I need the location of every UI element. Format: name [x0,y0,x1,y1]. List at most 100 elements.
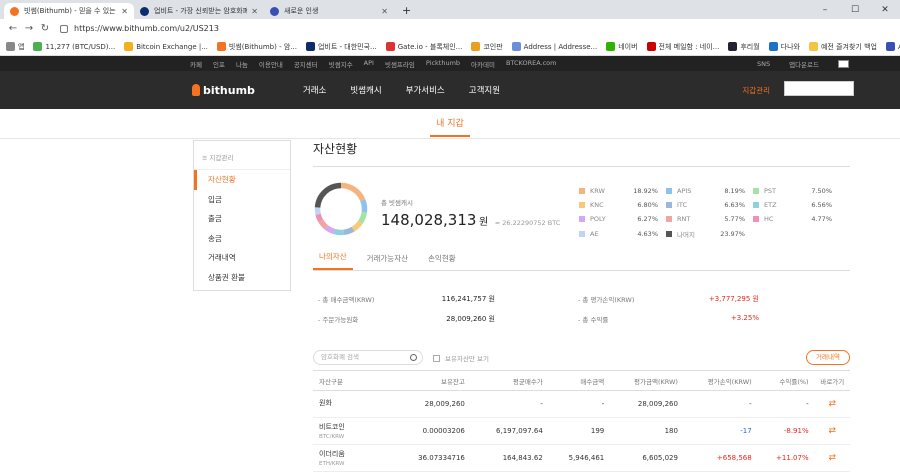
bookmark-icon [646,42,656,51]
legend-item: AE 4.63% [579,229,666,239]
legend-item: APIS 8.19% [666,187,753,195]
top-link[interactable]: 카페 [190,59,202,69]
back-icon[interactable]: ← [6,23,20,34]
donut-slice-나머지 [314,182,342,208]
table-filters: 암호화폐 검색 보유자산만 보기 거래내역 [313,350,850,366]
browser-tab[interactable]: 새로운 인생 ✕ [264,3,394,19]
top-link[interactable]: 인포 [213,59,225,69]
bookmark-item[interactable]: Assa [885,42,900,51]
app-download-link[interactable]: 앱다운로드 [789,59,819,69]
sidebar-item-history[interactable]: 거래내역 [194,248,290,268]
table-row[interactable]: 원화 28,009,260- -28,009,260- - ⇄ [313,390,850,418]
legend-item: RNT 5.77% [666,215,753,223]
bookmark-item[interactable]: 코인판 [471,42,503,52]
sidebar-item-assets[interactable]: 자산현황 [194,170,290,190]
top-link[interactable]: API [364,59,374,69]
sidebar-item-voucher-refund[interactable]: 상품권 환불 [194,268,290,288]
sidebar-item-transfer[interactable]: 송금 [194,229,290,249]
minimize-icon[interactable]: – [810,0,840,19]
holdings-only-checkbox[interactable]: 보유자산만 보기 [433,353,489,363]
legend-swatch [579,188,585,194]
col-rate: 수익률(%) [757,370,815,391]
top-link[interactable]: 빗썸프라임 [385,59,415,69]
table-row[interactable]: 이더리움 ETH/KRW 36.07334716 164,843.62 5,946,46… [313,444,850,472]
swap-icon[interactable]: ⇄ [814,444,850,472]
swap-icon[interactable]: ⇄ [814,417,850,445]
bookmark-icon [606,42,616,51]
bookmark-item[interactable]: 앱 [6,42,24,52]
sidebar-item-deposit[interactable]: 입금 [194,190,290,210]
top-link[interactable]: Pickthumb [426,59,460,69]
menu-extra-services[interactable]: 부가서비스 [406,84,445,96]
new-tab-button[interactable]: + [394,3,419,19]
menu-bithumb-cash[interactable]: 빗썸캐시 [350,84,381,96]
swap-icon[interactable]: ⇄ [814,390,850,418]
bithumb-logo[interactable]: bithumb [192,84,255,97]
cell-rate: - [757,390,815,418]
bookmark-item[interactable]: 다나와 [768,42,800,52]
bookmark-item[interactable]: 11,277 (BTC/USD)... [33,42,115,51]
language-flag-icon[interactable] [838,59,849,68]
legend-swatch [753,188,759,194]
bookmark-icon [808,42,818,51]
legend-swatch [579,202,585,208]
cell-pnl: -17 [683,417,758,445]
cell-eval-amount: 28,009,260 [610,390,684,418]
cell-asset[interactable]: 비트코인 BTC/KRW [313,417,393,445]
top-link[interactable]: 나눔 [236,59,248,69]
coin-search-input[interactable]: 암호화폐 검색 [313,350,423,365]
top-link[interactable]: 빗썸지수 [329,59,353,69]
bookmark-item[interactable]: Bitcoin Exchange |... [124,42,208,51]
legend-item: KNC 6.80% [579,201,666,209]
tab-my-assets[interactable]: 나의자산 [313,251,353,270]
reload-icon[interactable]: ↻ [38,23,52,34]
site-search-input[interactable] [784,81,854,96]
cell-asset[interactable]: 이더리움 ETH/KRW [313,444,393,472]
url-field[interactable]: https://www.bithumb.com/u2/US213 [60,24,219,33]
cell-pnl: +658,568 [683,444,758,472]
top-link[interactable]: 이용안내 [259,59,283,69]
bookmark-item[interactable]: 전체 메일함 : 네이... [646,42,719,52]
asset-summary: - 총 매수금액(KRW) 116,241,757 원 - 총 평가손익(KRW)… [313,294,850,324]
bookmark-item[interactable]: 네이버 [606,42,638,52]
tab-close-icon[interactable]: ✕ [251,7,258,16]
donut-slice-POLY [324,225,336,235]
tab-close-icon[interactable]: ✕ [381,7,388,16]
tab-close-icon[interactable]: ✕ [121,7,128,16]
legend-item: HC 4.77% [753,215,840,223]
menu-support[interactable]: 고객지원 [469,84,500,96]
my-wallet-tab[interactable]: 내 지갑 [430,110,470,137]
forward-icon[interactable]: → [22,23,36,34]
asset-table: 자산구분 보유잔고 평균매수가 매수금액 평가금액(KRW) 평가손익(KRW)… [313,370,850,472]
cell-asset[interactable]: 원화 [313,390,393,418]
bookmark-item[interactable]: 빗썸(Bithumb) - 암... [216,42,297,52]
table-row[interactable]: 비트코인 BTC/KRW 0.00003206 6,197,097.64 199 180-… [313,417,850,445]
maximize-icon[interactable]: ☐ [840,0,870,19]
bookmark-item[interactable]: Gate.io - 블록체인... [385,42,462,52]
menu-exchange[interactable]: 거래소 [303,84,326,96]
browser-tab[interactable]: 업비트 - 가장 신뢰받는 암호화폐 ✕ [134,3,264,19]
col-balance: 보유잔고 [393,370,471,391]
top-link[interactable]: BTCKOREA.com [506,59,557,69]
history-button[interactable]: 거래내역 [806,350,850,365]
legend-swatch [579,216,585,222]
bookmark-item[interactable]: Address | Addresse... [511,42,597,51]
bookmark-item[interactable]: 업비트 - 대한민국... [305,42,377,52]
browser-tab[interactable]: 빗썸(Bithumb) - 믿을 수 있는 암 ✕ [4,3,134,19]
bookmark-item[interactable]: 예전 즐겨찾기 백업 [808,42,877,52]
tab-profit-loss[interactable]: 손익현황 [422,253,462,270]
search-icon [410,354,417,361]
legend-swatch [753,202,759,208]
tab-tradable-assets[interactable]: 거래가능자산 [361,253,414,270]
bookmark-item[interactable]: 후리월 [728,42,760,52]
col-avg-price: 평균매수가 [470,370,549,391]
wallet-menu[interactable]: 지갑관리 [742,85,770,96]
cell-balance: 36.07334716 [393,444,471,472]
sidebar-item-withdraw[interactable]: 출금 [194,209,290,229]
cell-eval-amount: 180 [610,417,684,445]
close-icon[interactable]: ✕ [870,0,900,19]
top-link[interactable]: 공지센터 [294,59,318,69]
sub-header: 내 지갑 [0,109,900,139]
sns-link[interactable]: SNS [757,60,770,68]
top-link[interactable]: 아카데미 [471,59,495,69]
